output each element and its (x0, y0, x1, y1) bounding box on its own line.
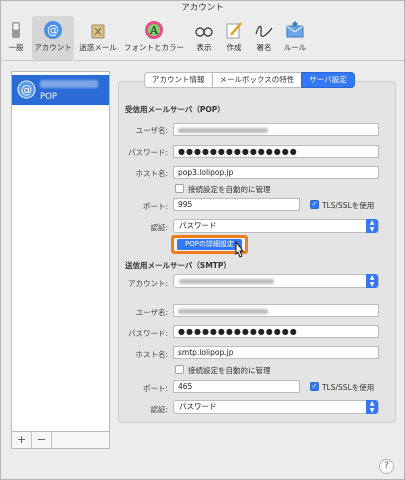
toolbar-accounts[interactable]: @ アカウント (32, 16, 74, 60)
incoming-host-field[interactable]: pop3.lolipop.jp (173, 166, 379, 179)
toolbar-junk[interactable]: 迷惑メール (76, 16, 120, 60)
outgoing-tls-label: TLS/SSLを使用 (322, 383, 375, 392)
outgoing-password-label: パスワード: (127, 329, 168, 338)
redacted-smtp-account (179, 278, 274, 284)
svg-text:@: @ (47, 23, 59, 37)
account-type: POP (40, 92, 57, 102)
compose-pencil-icon (226, 22, 242, 39)
toolbar-label: ルール (283, 43, 307, 52)
outgoing-auth-label: 認証: (150, 405, 168, 414)
account-list-controls: + − (11, 431, 110, 449)
incoming-auto-manage-checkbox[interactable] (175, 184, 184, 193)
incoming-section-title: 受信用メールサーバ（POP） (125, 105, 225, 114)
incoming-username-label: ユーザ名: (135, 126, 168, 135)
incoming-auto-manage-label: 接続設定を自動的に管理 (188, 185, 271, 194)
toolbar-label: 一般 (8, 43, 24, 52)
outgoing-auto-manage-label: 接続設定を自動的に管理 (188, 366, 271, 375)
incoming-port-field[interactable]: 995 (173, 198, 300, 211)
outgoing-auth-select[interactable]: パスワード ▲ ▼ (173, 400, 379, 414)
chevron-updown-icon: ▲ ▼ (366, 274, 378, 288)
toolbar-label: アカウント (34, 43, 72, 52)
account-name-redacted (40, 80, 98, 88)
outgoing-host-field[interactable]: smtp.lolipop.jp (173, 346, 379, 359)
outgoing-tls-checkbox[interactable]: ✓ (310, 382, 319, 391)
toolbar-fonts[interactable]: A フォントとカラー (121, 16, 187, 60)
toolbar-label: 迷惑メール (79, 43, 117, 52)
incoming-tls-checkbox[interactable]: ✓ (310, 200, 319, 209)
outgoing-account-select[interactable]: ▲ ▼ (173, 274, 379, 288)
tab-account-info[interactable]: アカウント情報 (144, 72, 212, 88)
toolbar: 一般 @ アカウント 迷惑メール A フォントとカラー 表示 作成 署名 ルール (1, 16, 404, 61)
help-button[interactable]: ? (379, 459, 394, 474)
toolbar-label: フォントとカラー (124, 43, 184, 52)
add-account-button[interactable]: + (12, 432, 32, 448)
outgoing-auto-manage-checkbox[interactable] (175, 365, 184, 374)
incoming-host-label: ホスト名: (135, 169, 168, 178)
toolbar-label: 表示 (196, 43, 212, 52)
toolbar-compose[interactable]: 作成 (220, 16, 248, 60)
outgoing-username-label: ユーザ名: (135, 308, 168, 317)
redacted-username (178, 308, 268, 314)
incoming-auth-label: 認証: (150, 223, 168, 232)
chevron-updown-icon: ▲ ▼ (366, 219, 378, 233)
outgoing-password-field[interactable]: ●●●●●●●●●●●●●●● (173, 325, 379, 338)
svg-text:A: A (149, 24, 159, 37)
toolbar-rules[interactable]: ルール (280, 16, 310, 60)
toolbar-view[interactable]: 表示 (190, 16, 218, 60)
toolbar-general[interactable]: 一般 (1, 16, 31, 60)
junk-trash-icon (91, 24, 105, 39)
remove-account-button[interactable]: − (32, 432, 52, 448)
toolbar-signatures[interactable]: 署名 (250, 16, 278, 60)
tab-server-settings[interactable]: サーバ設定 (301, 72, 355, 88)
incoming-port-label: ポート: (142, 202, 168, 211)
at-sign-icon: @ (17, 80, 36, 99)
toolbar-label: 署名 (256, 43, 272, 52)
tab-bar: アカウント情報 メールボックスの特性 サーバ設定 (144, 72, 355, 88)
incoming-password-label: パスワード: (127, 148, 168, 157)
incoming-tls-label: TLS/SSLを使用 (322, 201, 375, 210)
outgoing-section-title: 送信用メールサーバ（SMTP） (125, 261, 231, 270)
chevron-updown-icon: ▲ ▼ (366, 400, 378, 414)
incoming-auth-value: パスワード (179, 221, 217, 230)
outgoing-host-label: ホスト名: (135, 350, 168, 359)
window-title: アカウント (181, 3, 224, 13)
outgoing-username-field[interactable] (173, 304, 379, 317)
at-sign-icon: @ (44, 21, 62, 39)
rules-envelope-icon (286, 21, 304, 38)
account-list-item[interactable]: @ POP (12, 75, 109, 105)
tab-mailbox-behaviors[interactable]: メールボックスの特性 (211, 72, 302, 88)
outgoing-account-label: アカウント: (127, 279, 168, 288)
outgoing-port-label: ポート: (142, 384, 168, 393)
toolbar-label: 作成 (226, 43, 242, 52)
incoming-password-field[interactable]: ●●●●●●●●●●●●●●● (173, 145, 379, 158)
redacted-username (178, 127, 268, 133)
incoming-auth-select[interactable]: パスワード ▲ ▼ (173, 219, 379, 233)
mouse-pointer-icon (235, 241, 244, 258)
incoming-username-field[interactable] (173, 123, 379, 136)
switch-icon (12, 22, 20, 38)
preferences-window: アカウント 一般 @ アカウント 迷惑メール A フォントとカラー 表示 作成 … (0, 0, 405, 480)
font-color-icon: A (145, 21, 163, 39)
signature-icon (255, 25, 273, 37)
svg-text:@: @ (21, 82, 32, 96)
outgoing-port-field[interactable]: 465 (173, 380, 300, 393)
glasses-icon (195, 27, 213, 37)
account-list: @ POP (11, 71, 110, 449)
outgoing-auth-value: パスワード (179, 402, 217, 411)
